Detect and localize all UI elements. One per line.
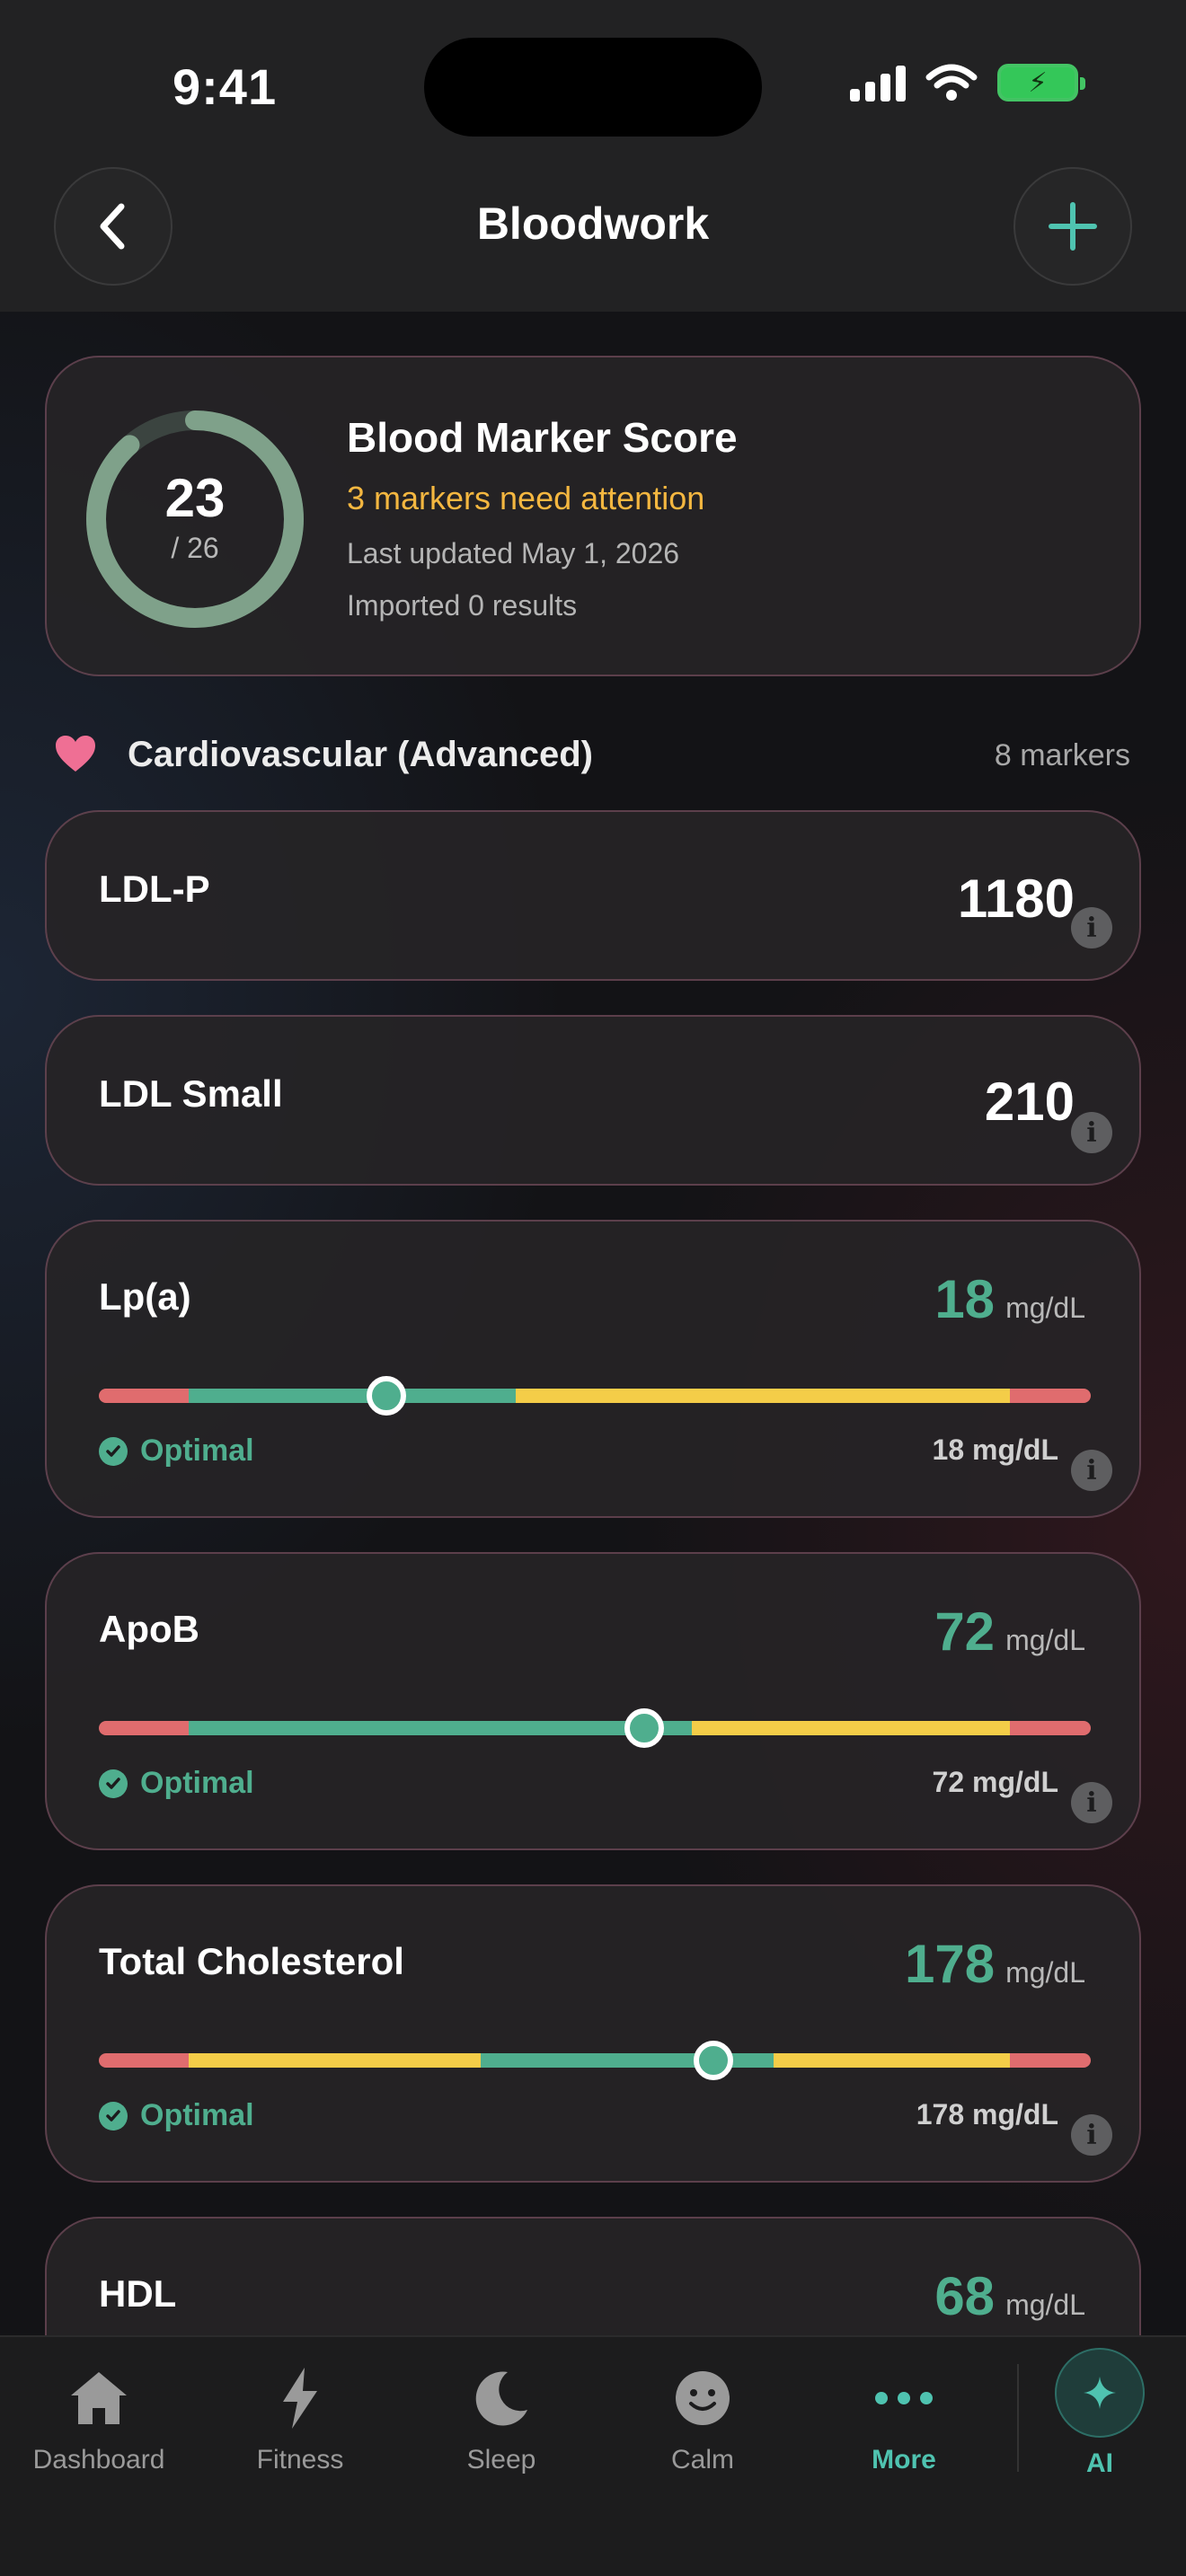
add-button[interactable]	[1013, 167, 1132, 286]
imported-text: Imported 0 results	[347, 589, 578, 622]
check-icon	[99, 1436, 128, 1466]
range-marker-thumb	[694, 2041, 734, 2080]
marker-unit: mg/dL	[1005, 1292, 1085, 1324]
marker-card-lpa[interactable]: Lp(a) 18 mg/dL Optimal 18 mg/dL i	[45, 1220, 1141, 1518]
status-icons: ⚡	[850, 63, 1085, 102]
marker-value: 1180	[957, 869, 1075, 929]
range-bar	[99, 2053, 1091, 2068]
moon-icon	[475, 2371, 527, 2426]
tab-dashboard[interactable]: Dashboard	[0, 2362, 198, 2475]
marker-unit: mg/dL	[1005, 1956, 1085, 1989]
top-bar: 9:41 ⚡ Bloodwork	[0, 0, 1186, 312]
page-title: Bloodwork	[476, 198, 710, 249]
status-time: 9:41	[173, 58, 278, 115]
marker-value-group: 178 mg/dL	[905, 1933, 1085, 1995]
plus-icon	[1049, 202, 1097, 251]
marker-name: Total Cholesterol	[99, 1940, 404, 1982]
info-icon[interactable]: i	[1071, 1112, 1112, 1153]
marker-name: LDL-P	[99, 868, 210, 910]
tab-fitness[interactable]: Fitness	[201, 2362, 399, 2475]
status-row: Optimal	[99, 2098, 254, 2133]
marker-unit: mg/dL	[1005, 2289, 1085, 2321]
score-title: Blood Marker Score	[347, 414, 738, 461]
status-label: Optimal	[140, 1434, 254, 1468]
marker-name: LDL Small	[99, 1072, 283, 1115]
range-bar	[99, 1389, 1091, 1403]
score-max: / 26	[171, 532, 219, 564]
range-marker-thumb	[624, 1708, 665, 1748]
status-row: Optimal	[99, 1434, 254, 1469]
info-icon[interactable]: i	[1071, 907, 1112, 948]
marker-card-apob[interactable]: ApoB 72 mg/dL Optimal 72 mg/dL i	[45, 1552, 1141, 1850]
marker-reading: 178 mg/dL	[916, 2098, 1058, 2130]
marker-card-ldl-small[interactable]: LDL Small 210 i	[45, 1015, 1141, 1186]
info-icon[interactable]: i	[1071, 1450, 1112, 1491]
marker-unit: mg/dL	[1005, 1624, 1085, 1656]
marker-value: 210	[984, 1072, 1075, 1132]
score-value: 23	[164, 468, 226, 528]
tab-label: Fitness	[256, 2445, 344, 2475]
tab-label: More	[872, 2445, 936, 2475]
status-label: Optimal	[140, 1766, 254, 1800]
last-updated-text: Last updated May 1, 2026	[347, 537, 680, 569]
marker-value: 68	[934, 2266, 996, 2326]
marker-value: 72	[934, 1601, 996, 1662]
range-marker-thumb	[367, 1376, 407, 1416]
check-icon	[99, 1769, 128, 1798]
more-dots-icon	[875, 2392, 933, 2404]
battery-charging-icon: ⚡	[997, 64, 1085, 101]
tab-label: Sleep	[466, 2445, 536, 2475]
heart-icon	[56, 736, 95, 772]
tab-sleep[interactable]: Sleep	[403, 2362, 600, 2475]
wifi-icon	[925, 64, 978, 101]
home-icon	[71, 2372, 127, 2424]
marker-name: ApoB	[99, 1608, 199, 1650]
info-icon[interactable]: i	[1071, 2114, 1112, 2156]
marker-value-group: 68 mg/dL	[934, 2265, 1085, 2327]
status-label: Optimal	[140, 2098, 254, 2132]
marker-reading: 72 mg/dL	[932, 1766, 1058, 1798]
marker-name: HDL	[99, 2272, 177, 2315]
marker-card-total-cholesterol[interactable]: Total Cholesterol 178 mg/dL Optimal 178 …	[45, 1884, 1141, 2183]
marker-value: 178	[904, 1934, 996, 1994]
tab-more[interactable]: More	[805, 2362, 1003, 2475]
smiley-icon	[676, 2371, 730, 2425]
tab-label: Calm	[670, 2445, 734, 2475]
range-bar	[99, 1721, 1091, 1735]
tab-label: Dashboard	[32, 2445, 165, 2475]
dynamic-island	[424, 38, 762, 137]
marker-card-ldl-p[interactable]: LDL-P 1180 i	[45, 810, 1141, 981]
tab-divider	[1017, 2364, 1019, 2472]
cellular-signal-icon	[850, 64, 906, 101]
marker-value: 18	[934, 1269, 996, 1329]
marker-value-group: 18 mg/dL	[934, 1268, 1085, 1330]
marker-value-group: 72 mg/dL	[934, 1601, 1085, 1663]
lightning-icon	[283, 2368, 317, 2429]
tab-ai-label: AI	[1086, 2448, 1113, 2478]
tab-ai-button[interactable]	[1055, 2348, 1145, 2438]
check-icon	[99, 2101, 128, 2130]
section-count: 8 markers	[994, 738, 1130, 772]
sparkle-icon	[1084, 2377, 1116, 2409]
marker-reading: 18 mg/dL	[932, 1434, 1058, 1466]
tab-calm[interactable]: Calm	[604, 2362, 801, 2475]
marker-name: Lp(a)	[99, 1275, 191, 1318]
info-icon[interactable]: i	[1071, 1782, 1112, 1823]
attention-text: 3 markers need attention	[347, 480, 705, 516]
tab-bar: Dashboard Fitness Sleep Calm More AI	[0, 2335, 1186, 2576]
status-row: Optimal	[99, 1766, 254, 1801]
blood-marker-score-card[interactable]: 23 / 26 Blood Marker Score 3 markers nee…	[45, 356, 1141, 676]
section-title: Cardiovascular (Advanced)	[128, 735, 593, 774]
